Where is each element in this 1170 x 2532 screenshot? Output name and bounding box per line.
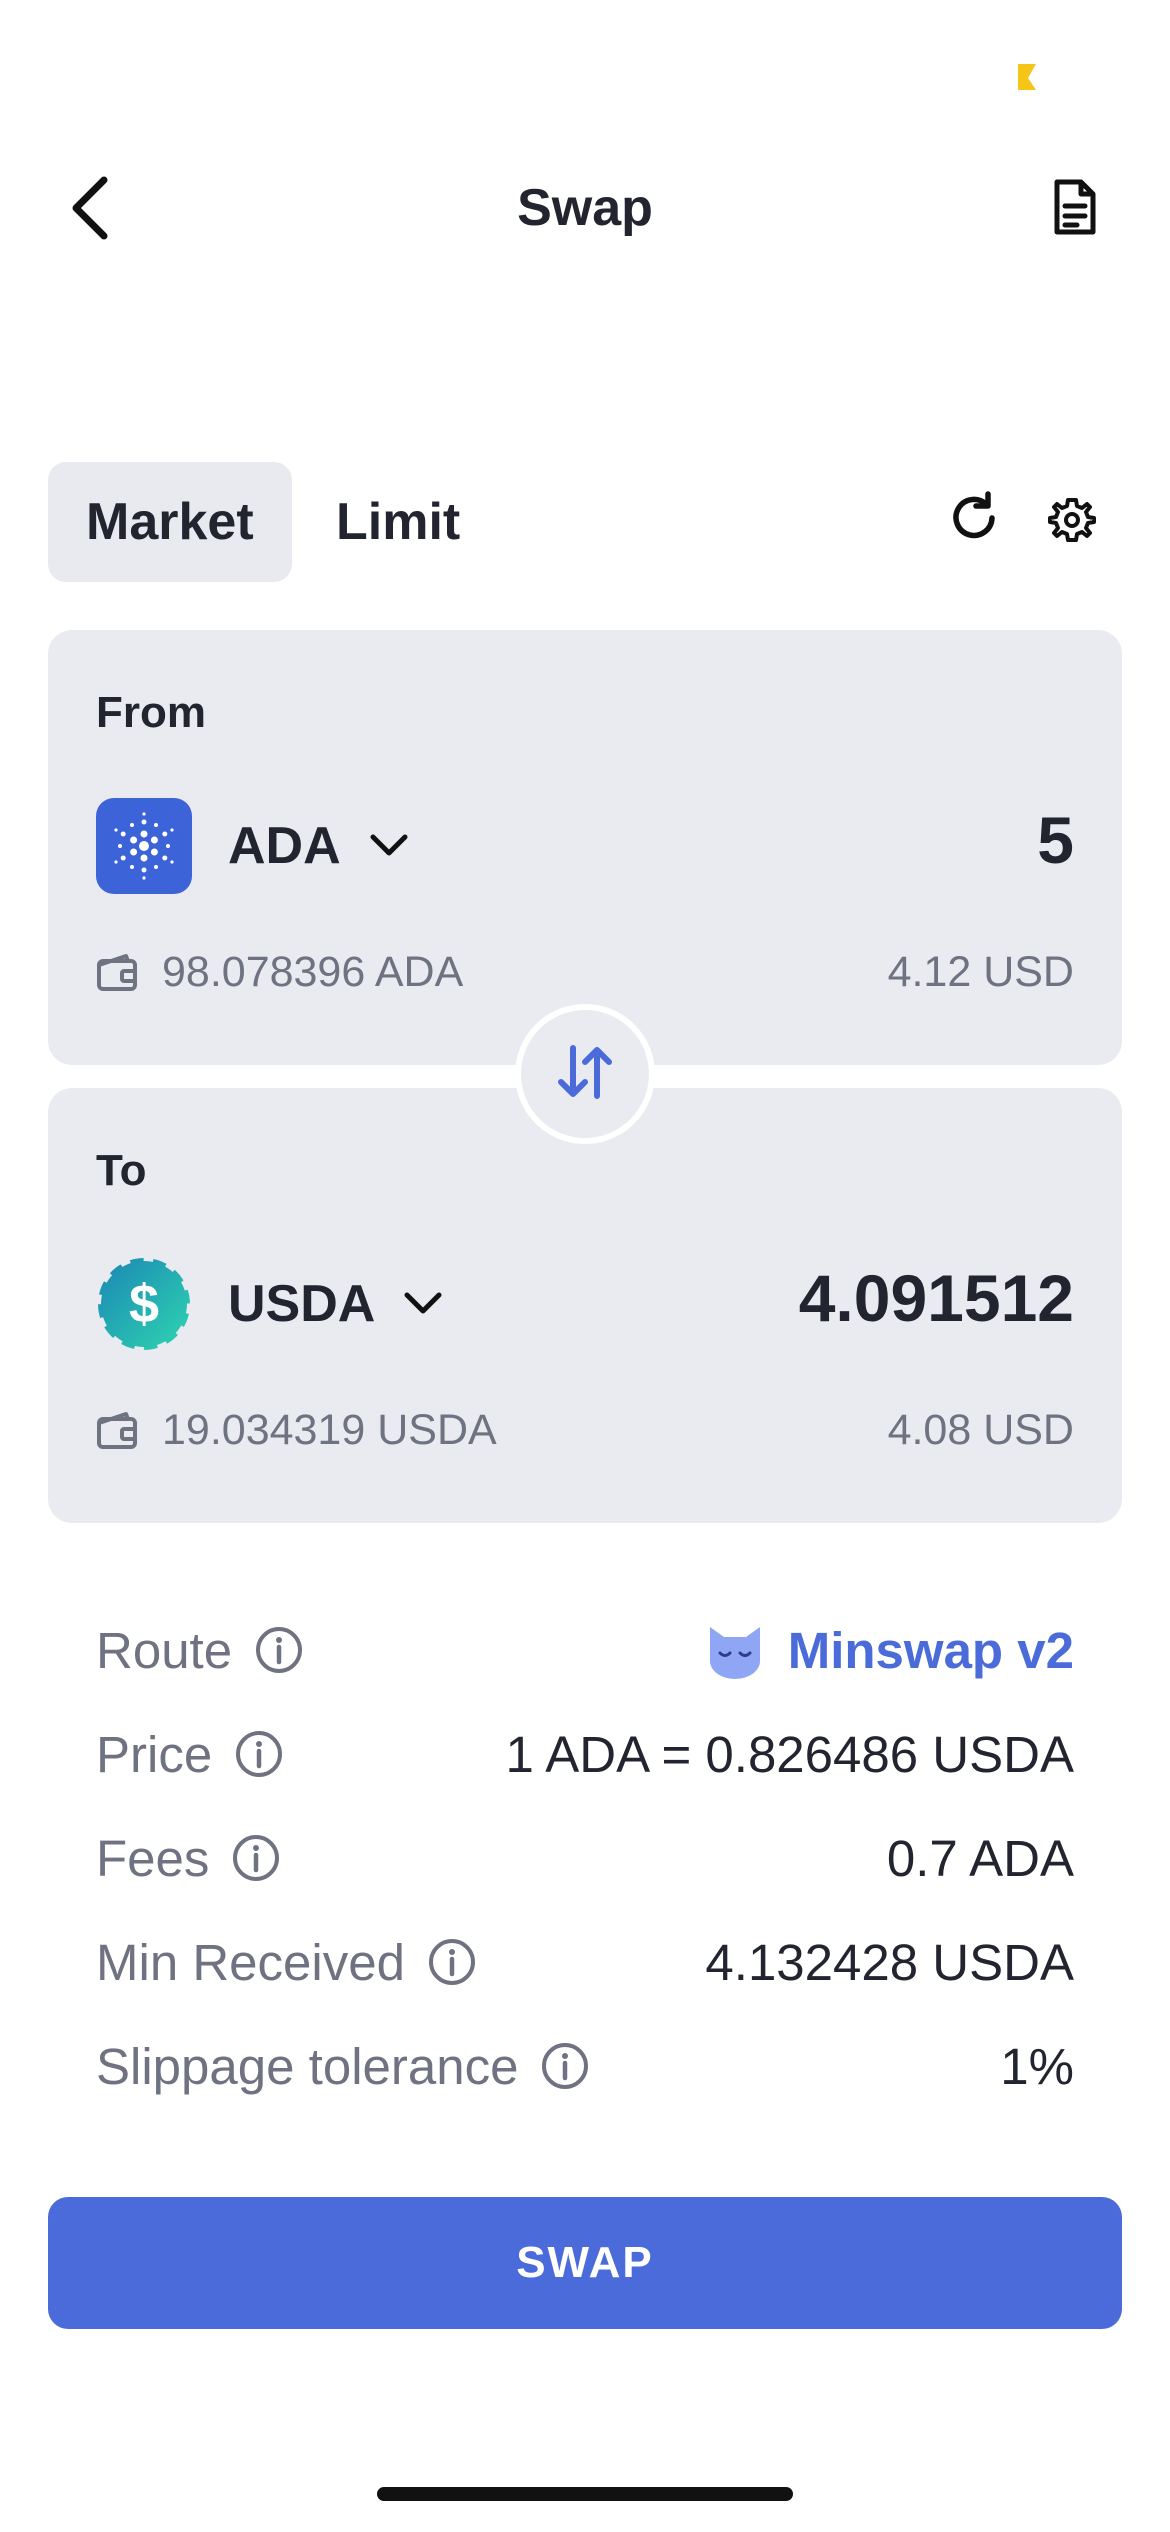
to-usd-value: 4.08 USD: [887, 1406, 1074, 1454]
refresh-icon: [946, 490, 1002, 551]
to-card: To $ USDA 4.091512 19.034319 USDA 4.08 U…: [48, 1088, 1122, 1523]
wallet-icon: [96, 951, 140, 995]
settings-button[interactable]: [1032, 482, 1112, 562]
chevron-down-icon: [403, 1284, 443, 1324]
info-icon[interactable]: [234, 1729, 284, 1779]
svg-text:$: $: [129, 1274, 159, 1334]
to-label: To: [96, 1146, 147, 1195]
fees-row: Fees 0.7 ADA: [96, 1818, 1074, 1898]
status-indicator-icon: [1010, 62, 1038, 92]
switch-tokens-button[interactable]: [515, 1004, 655, 1144]
info-icon[interactable]: [231, 1833, 281, 1883]
info-icon[interactable]: [540, 2041, 590, 2091]
to-token-name: USDA: [228, 1275, 376, 1333]
from-label: From: [96, 688, 206, 737]
to-token-selector[interactable]: $ USDA: [96, 1256, 443, 1352]
min-received-label-text: Min Received: [96, 1933, 405, 1991]
wallet-icon: [96, 1409, 140, 1453]
tab-market[interactable]: Market: [48, 462, 292, 582]
from-usd-value: 4.12 USD: [887, 948, 1074, 996]
price-label: Price: [96, 1725, 284, 1784]
info-icon[interactable]: [427, 1937, 477, 1987]
route-row: Route Minswap v2: [96, 1610, 1074, 1690]
min-received-value: 4.132428 USDA: [705, 1933, 1074, 1991]
fees-label-text: Fees: [96, 1829, 210, 1887]
price-label-text: Price: [96, 1725, 213, 1783]
from-card: From ADA 5 98.078396 ADA 4.12 USD: [48, 630, 1122, 1065]
route-label: Route: [96, 1621, 304, 1680]
minswap-cat-icon: [706, 1621, 764, 1679]
to-balance: 19.034319 USDA: [96, 1406, 497, 1455]
usda-logo-icon: $: [96, 1256, 192, 1352]
tab-limit[interactable]: Limit: [298, 462, 498, 582]
route-value-text: Minswap v2: [787, 1621, 1074, 1679]
slippage-label: Slippage tolerance: [96, 2037, 590, 2096]
to-balance-value: 19.034319 USDA: [162, 1406, 497, 1454]
from-token-name: ADA: [228, 817, 341, 875]
fees-value: 0.7 ADA: [886, 1829, 1074, 1887]
min-received-row: Min Received 4.132428 USDA: [96, 1922, 1074, 2002]
route-label-text: Route: [96, 1621, 233, 1679]
swap-button[interactable]: SWAP: [48, 2197, 1122, 2329]
price-row: Price 1 ADA = 0.826486 USDA: [96, 1714, 1074, 1794]
refresh-button[interactable]: [934, 480, 1014, 560]
document-icon: [1051, 178, 1099, 241]
from-amount-input[interactable]: 5: [1037, 802, 1074, 878]
fees-label: Fees: [96, 1829, 281, 1888]
from-token-selector[interactable]: ADA: [96, 798, 409, 894]
home-indicator[interactable]: [377, 2487, 793, 2501]
swap-arrows-icon: [553, 1040, 617, 1109]
ada-logo-icon: [96, 798, 192, 894]
route-value[interactable]: Minswap v2: [706, 1621, 1074, 1680]
header: Swap: [0, 160, 1170, 260]
swap-mode-bar: Market Limit: [48, 462, 1122, 582]
gear-icon: [1048, 496, 1096, 549]
price-value: 1 ADA = 0.826486 USDA: [505, 1725, 1074, 1783]
info-icon[interactable]: [254, 1625, 304, 1675]
slippage-value: 1%: [1000, 2037, 1074, 2095]
slippage-row: Slippage tolerance 1%: [96, 2026, 1074, 2106]
slippage-label-text: Slippage tolerance: [96, 2037, 519, 2095]
min-received-label: Min Received: [96, 1933, 477, 1992]
page-title: Swap: [517, 179, 653, 237]
from-balance-value: 98.078396 ADA: [162, 948, 464, 996]
from-balance: 98.078396 ADA: [96, 948, 463, 997]
chevron-down-icon: [369, 826, 409, 866]
to-amount-value: 4.091512: [798, 1261, 1074, 1335]
history-button[interactable]: [1040, 174, 1110, 244]
